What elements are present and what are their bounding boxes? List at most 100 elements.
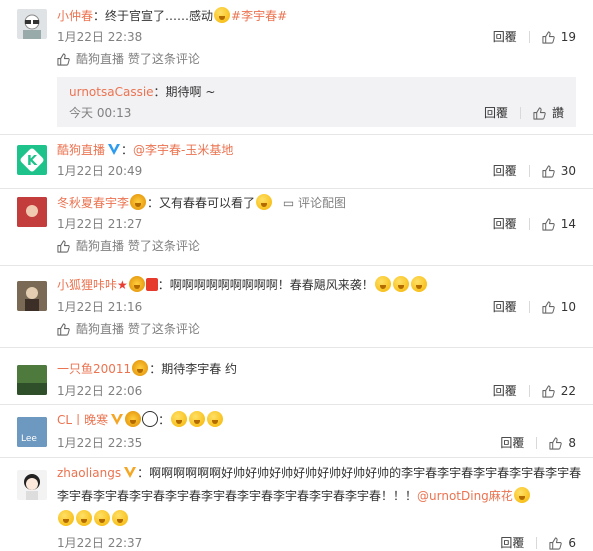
comment-image-link[interactable]: 评论配图	[298, 196, 346, 210]
emoji-icon	[171, 411, 188, 427]
star-badge-icon: ★	[117, 278, 128, 292]
comment-text-cont: 李宇春李宇春李宇春李宇春李宇春李宇春李宇春李宇春李宇春！！！	[57, 489, 418, 503]
comment-author[interactable]: zhaoliangs	[57, 466, 121, 480]
like-icon[interactable]	[542, 164, 555, 178]
divider	[528, 218, 530, 230]
avatar[interactable]	[17, 9, 47, 39]
reply-button[interactable]: 回覆	[493, 299, 517, 315]
emoji-icon	[374, 276, 391, 292]
comment-author[interactable]: 小仲春	[57, 9, 93, 23]
reply-button[interactable]: 回覆	[484, 105, 508, 121]
comment-time: 1月22日 20:49	[57, 164, 143, 178]
verified-icon	[111, 414, 124, 425]
emoji-icon	[189, 411, 206, 427]
divider	[528, 301, 530, 313]
comment-item: K 酷狗直播 ：@李宇春-玉米基地 1月22日 20:49 回覆 30	[0, 135, 593, 189]
divider	[528, 385, 530, 397]
emoji-icon	[112, 510, 128, 526]
panda-badge-icon	[142, 411, 159, 427]
avatar[interactable]	[17, 470, 47, 500]
avatar[interactable]: Lee	[17, 417, 47, 447]
comment-item: Lee CL丨晚寒 ： 1月22日 22:35 回覆 8	[0, 405, 593, 458]
vip-badge-icon	[125, 411, 142, 427]
emoji-icon	[58, 510, 74, 526]
comment-author[interactable]: CL丨晚寒	[57, 413, 108, 427]
comment-author[interactable]: 冬秋夏春宇李	[57, 196, 129, 210]
like-icon[interactable]	[542, 30, 555, 44]
like-icon[interactable]	[549, 536, 563, 550]
emoji-icon	[94, 510, 110, 526]
sub-comment-text: ：期待啊 ~	[153, 85, 216, 99]
comment-text: ：期待李宇春 约	[149, 362, 238, 376]
like-icon[interactable]	[542, 384, 555, 398]
comment-time: 1月22日 21:27	[57, 217, 143, 231]
comment-text: 终于官宣了……感动	[105, 9, 214, 23]
reply-button[interactable]: 回覆	[493, 216, 517, 232]
sub-comment-time: 今天 00:13	[69, 106, 132, 120]
avatar[interactable]: K	[17, 145, 47, 175]
mention-link[interactable]: @urnotDing麻花	[417, 489, 513, 503]
reply-button[interactable]: 回覆	[500, 435, 524, 451]
divider	[536, 437, 538, 449]
like-count[interactable]: 10	[561, 299, 576, 315]
liked-by-text: 酷狗直播 赞了这条评论	[76, 52, 200, 66]
verified-icon	[124, 467, 137, 478]
emoji-icon	[392, 276, 409, 292]
vip-badge-icon	[130, 194, 147, 210]
hashtag-link[interactable]: #李宇春#	[231, 9, 287, 23]
emoji-icon	[513, 487, 530, 503]
comment-item: 小仲春：终于官宣了……感动 #李宇春# 1月22日 22:38 回覆 19 酷狗直…	[0, 0, 593, 135]
svg-text:Lee: Lee	[21, 434, 37, 444]
like-icon	[57, 322, 70, 336]
redpacket-badge-icon	[145, 278, 158, 291]
comment-author[interactable]: 酷狗直播	[57, 143, 105, 157]
emoji-icon	[214, 7, 231, 23]
reply-button[interactable]: 回覆	[493, 29, 517, 45]
comment-text: ：	[158, 413, 171, 427]
comment-item: 小狐狸咔咔★ ：啊啊啊啊啊啊啊啊啊！春春飓风来袭！ 1月22日 21:16 回覆 …	[0, 266, 593, 348]
divider	[528, 31, 530, 43]
like-label[interactable]: 讚	[552, 105, 564, 121]
like-icon	[57, 52, 70, 66]
comment-author[interactable]: 小狐狸咔咔	[57, 278, 117, 292]
svg-text:K: K	[27, 154, 38, 169]
avatar[interactable]	[17, 365, 47, 395]
vip-badge-icon	[128, 276, 145, 292]
avatar[interactable]	[17, 197, 47, 227]
avatar[interactable]	[17, 281, 47, 311]
comment-text: ：啊啊啊啊啊啊好帅好帅好帅好帅好帅好帅好帅的李宇春李宇春李宇春李宇春李宇春	[137, 466, 582, 480]
reply-button[interactable]: 回覆	[493, 163, 517, 179]
colon: ：	[93, 9, 106, 23]
like-count[interactable]: 8	[568, 435, 576, 451]
like-icon[interactable]	[542, 300, 555, 314]
liked-by-text: 酷狗直播 赞了这条评论	[76, 322, 200, 336]
like-icon[interactable]	[533, 106, 546, 120]
comment-item: 一只鱼20011 ：期待李宇春 约 1月22日 22:06 回覆 22	[0, 348, 593, 405]
like-count[interactable]: 14	[561, 216, 576, 232]
like-count[interactable]: 22	[561, 383, 576, 399]
comment-author[interactable]: 一只鱼20011	[57, 362, 131, 376]
like-icon[interactable]	[542, 217, 555, 231]
mention-link[interactable]: @李宇春-玉米基地	[133, 143, 233, 157]
emoji-icon	[207, 411, 224, 427]
like-icon[interactable]	[549, 436, 563, 450]
verified-icon	[108, 144, 121, 155]
divider	[536, 537, 538, 549]
like-count[interactable]: 30	[561, 163, 576, 179]
comment-time: 1月22日 22:06	[57, 384, 143, 398]
liked-by-text: 酷狗直播 赞了这条评论	[76, 239, 200, 253]
sub-comment-author[interactable]: urnotsaCassie	[69, 85, 154, 99]
divider	[528, 165, 530, 177]
like-count[interactable]: 19	[561, 29, 576, 45]
comment-text: ：	[121, 143, 134, 157]
emoji-icon	[76, 510, 92, 526]
reply-button[interactable]: 回覆	[493, 383, 517, 399]
comment-text: ：啊啊啊啊啊啊啊啊啊！春春飓风来袭！	[157, 278, 374, 292]
image-icon[interactable]: ▭	[283, 196, 294, 210]
like-icon	[57, 239, 70, 253]
emoji-icon	[410, 276, 427, 292]
sub-comment: urnotsaCassie：期待啊 ~ 今天 00:13 回覆 讚	[57, 77, 576, 127]
divider	[519, 107, 521, 119]
comment-time: 1月22日 22:35	[57, 436, 143, 450]
vip-badge-icon	[132, 360, 149, 376]
